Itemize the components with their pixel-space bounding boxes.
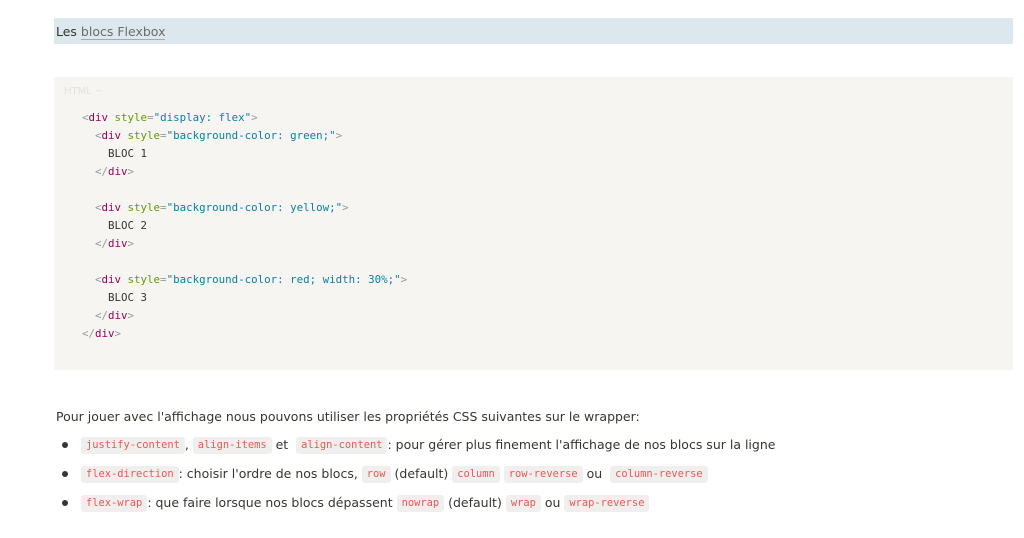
code-token: < xyxy=(82,273,102,286)
code-token: div xyxy=(101,201,122,214)
code-token: "background-color: red; width: 30%;" xyxy=(166,273,401,286)
code-token: style xyxy=(121,273,161,286)
list-item-text: : pour gérer plus finement l'affichage d… xyxy=(387,437,776,452)
code-token: </ xyxy=(82,165,109,178)
inline-code: row xyxy=(361,466,391,483)
list-item-content: flex-direction: choisir l'ordre de nos b… xyxy=(81,463,708,485)
list-item-content: flex-wrap: que faire lorsque nos blocs d… xyxy=(81,492,650,514)
code-token: div xyxy=(108,237,128,250)
code-token: div xyxy=(95,327,115,340)
list-item: flex-direction: choisir l'ordre de nos b… xyxy=(60,463,1000,492)
bullet-dot-icon xyxy=(62,442,68,448)
list-item-text: ou xyxy=(540,495,565,510)
list-item-text: (default) xyxy=(390,466,453,481)
list-item: justify-content, align-items et align-co… xyxy=(60,434,1000,463)
inline-code: wrap-reverse xyxy=(564,495,650,512)
inline-code: wrap xyxy=(505,495,541,512)
code-token: > xyxy=(127,165,135,178)
code-token: div xyxy=(88,111,109,124)
list-item-text: ou xyxy=(582,466,611,481)
code-language-selector[interactable]: HTML ~ xyxy=(64,86,103,97)
code-token: > xyxy=(251,111,258,124)
code-token: BLOC 3 xyxy=(82,291,148,304)
inline-code: justify-content xyxy=(81,437,185,454)
code-token: div xyxy=(108,165,128,178)
inline-code: row-reverse xyxy=(503,466,583,483)
code-line: <div style="background-color: red; width… xyxy=(82,271,407,289)
code-line: BLOC 3 xyxy=(82,289,407,307)
code-token: div xyxy=(108,309,128,322)
code-token: > xyxy=(400,273,408,286)
code-token: BLOC 1 xyxy=(82,147,148,160)
code-token: </ xyxy=(82,327,96,340)
code-token: style xyxy=(121,201,161,214)
inline-code: column-reverse xyxy=(610,466,708,483)
section-header: Les blocs Flexbox xyxy=(54,18,1013,44)
code-line: BLOC 2 xyxy=(82,217,407,235)
bullet-dot-icon xyxy=(62,500,68,506)
list-item-content: justify-content, align-items et align-co… xyxy=(81,434,775,456)
list-item-text: (default) xyxy=(444,495,506,510)
code-token: "background-color: yellow;" xyxy=(166,201,343,214)
code-line: BLOC 1 xyxy=(82,145,407,163)
code-token: style xyxy=(121,129,161,142)
header-prefix: Les xyxy=(56,24,81,39)
code-token: "background-color: green;" xyxy=(166,129,336,142)
code-token: BLOC 2 xyxy=(82,219,148,232)
code-content: <div style="display: flex"> <div style="… xyxy=(82,109,407,343)
inline-code: align-items xyxy=(192,437,272,454)
inline-code: nowrap xyxy=(396,495,445,512)
bullet-dot-icon xyxy=(62,471,68,477)
inline-code: column xyxy=(452,466,500,483)
code-line: <div style="background-color: green;"> xyxy=(82,127,407,145)
code-token: style xyxy=(108,111,148,124)
code-token: "display: flex" xyxy=(153,111,252,124)
code-token: </ xyxy=(82,309,109,322)
code-token: > xyxy=(335,129,343,142)
list-item-text: et xyxy=(271,437,297,452)
code-token: < xyxy=(82,129,102,142)
code-line: </div> xyxy=(82,325,407,343)
code-line: <div style="display: flex"> xyxy=(82,109,407,127)
code-line: </div> xyxy=(82,235,407,253)
code-token: > xyxy=(127,237,135,250)
inline-code: flex-direction xyxy=(81,466,179,483)
list-item: flex-wrap: que faire lorsque nos blocs d… xyxy=(60,492,1000,521)
inline-code: align-content xyxy=(296,437,388,454)
code-token: > xyxy=(127,309,135,322)
bullet-list: justify-content, align-items et align-co… xyxy=(60,434,1000,521)
code-token: > xyxy=(114,327,122,340)
code-block: HTML ~ <div style="display: flex"> <div … xyxy=(54,77,1013,370)
code-token: > xyxy=(342,201,349,214)
inline-code: flex-wrap xyxy=(81,495,148,512)
header-link[interactable]: blocs Flexbox xyxy=(80,24,166,40)
code-token: div xyxy=(101,273,122,286)
code-token: </ xyxy=(82,237,109,250)
list-item-text: : choisir l'ordre de nos blocs, xyxy=(178,466,362,481)
code-line: </div> xyxy=(82,307,407,325)
code-token: < xyxy=(82,201,102,214)
code-token: div xyxy=(101,129,122,142)
code-line: <div style="background-color: yellow;"> xyxy=(82,199,407,217)
list-item-text: , xyxy=(184,437,193,452)
list-item-text: : que faire lorsque nos blocs dépassent xyxy=(147,495,397,510)
code-line: </div> xyxy=(82,163,407,181)
intro-paragraph: Pour jouer avec l'affichage nous pouvons… xyxy=(56,409,640,424)
